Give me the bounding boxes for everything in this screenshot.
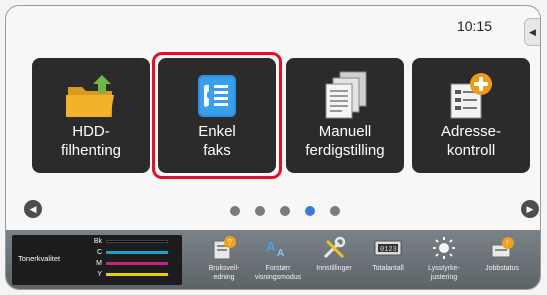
tool-label: Lysstyrke-justering xyxy=(428,265,460,281)
counter-icon: 0123 xyxy=(362,234,414,262)
guide-book-icon: ? xyxy=(198,234,250,262)
toner-row-bk: Bk xyxy=(80,237,168,246)
hdd-retrieve-tile[interactable]: HDD-filhenting xyxy=(32,58,150,173)
previous-page-button[interactable]: ◀ xyxy=(24,200,42,218)
svg-text:A: A xyxy=(277,248,284,259)
total-count-button[interactable]: 0123 Totalantall xyxy=(362,234,414,288)
address-book-icon xyxy=(412,70,530,122)
finishing-icon xyxy=(286,70,404,122)
bottom-toolbar: Tonerkvalitet Bk C M Y ? Bruksveil-ednin… xyxy=(6,230,540,289)
tile-label: HDD-filhenting xyxy=(60,123,122,159)
toner-label: Tonerkvalitet xyxy=(18,254,61,263)
tool-label: Jobbstatus xyxy=(485,265,519,272)
selection-highlight xyxy=(152,52,282,179)
page-dot[interactable] xyxy=(330,206,340,216)
tool-label: Innstillinger xyxy=(316,265,352,272)
clock: 10:15 xyxy=(456,18,492,34)
page-indicator xyxy=(230,206,340,216)
tool-label: Forstørr visningsmodus xyxy=(254,265,302,281)
top-bar: 10:15 ◀ xyxy=(6,6,540,46)
toner-row-m: M xyxy=(80,259,168,268)
touch-screen: 10:15 ◀ HDD-filhenting Enkel faks Manuel… xyxy=(5,5,541,290)
job-status-button[interactable]: ! Jobbstatus xyxy=(476,234,528,288)
device-frame: 10:15 ◀ HDD-filhenting Enkel faks Manuel… xyxy=(0,0,547,295)
manual-finishing-tile[interactable]: Manuell ferdigstilling xyxy=(286,58,404,173)
tile-label: Adresse-kontroll xyxy=(440,123,502,159)
svg-text:!: ! xyxy=(506,239,508,248)
job-status-icon: ! xyxy=(476,234,528,262)
address-check-tile[interactable]: Adresse-kontroll xyxy=(412,58,530,173)
svg-text:0123: 0123 xyxy=(380,246,397,254)
page-dot[interactable] xyxy=(255,206,265,216)
tile-label: Manuell ferdigstilling xyxy=(305,123,385,159)
brightness-adjust-button[interactable]: Lysstyrke-justering xyxy=(418,234,470,288)
magnify-text-icon: AA xyxy=(252,234,304,262)
tool-label: Bruksveil-edning xyxy=(208,265,240,281)
operation-guide-button[interactable]: ? Bruksveil-edning xyxy=(198,234,250,288)
toner-row-y: Y xyxy=(80,270,168,279)
settings-button[interactable]: Innstillinger xyxy=(308,234,360,288)
tool-label: Totalantall xyxy=(372,265,404,272)
hdd-folder-icon xyxy=(32,70,150,122)
toner-level-panel[interactable]: Tonerkvalitet Bk C M Y xyxy=(12,235,182,285)
next-page-button[interactable]: ▶ xyxy=(521,200,539,218)
brightness-icon xyxy=(418,234,470,262)
toner-row-c: C xyxy=(80,248,168,257)
settings-tools-icon xyxy=(308,234,360,262)
page-dot[interactable] xyxy=(230,206,240,216)
svg-text:A: A xyxy=(266,239,276,254)
side-panel-tab[interactable]: ◀ xyxy=(524,18,540,46)
page-dot-active[interactable] xyxy=(305,206,315,216)
page-dot[interactable] xyxy=(280,206,290,216)
magnify-mode-button[interactable]: AA Forstørr visningsmodus xyxy=(252,234,304,288)
svg-text:?: ? xyxy=(228,238,233,247)
